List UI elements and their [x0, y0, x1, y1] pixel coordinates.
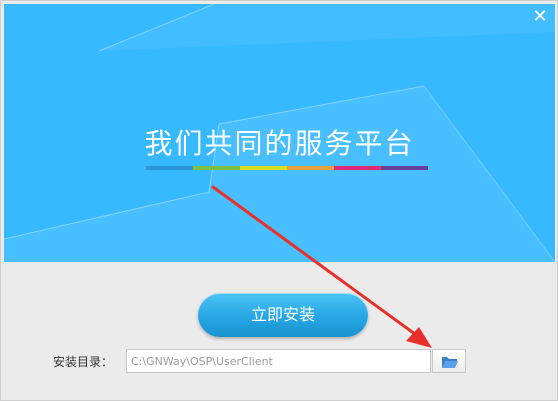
folder-open-icon	[442, 357, 458, 368]
install-directory-label: 安装目录：	[53, 355, 114, 369]
installer-window: ✕ 我们共同的服务平台 立即安装 安装目录：	[0, 0, 558, 401]
install-directory-input[interactable]	[126, 349, 431, 373]
banner: ✕ 我们共同的服务平台	[4, 4, 555, 262]
color-stripe-segment	[334, 166, 381, 170]
color-stripe-segment	[193, 166, 240, 170]
color-stripe	[146, 166, 428, 170]
color-stripe-segment	[381, 166, 428, 170]
color-stripe-segment	[146, 166, 193, 170]
color-stripe-segment	[240, 166, 287, 170]
color-stripe-segment	[287, 166, 334, 170]
install-now-button[interactable]: 立即安装	[198, 293, 368, 337]
banner-title: 我们共同的服务平台	[144, 127, 415, 160]
close-button[interactable]: ✕	[531, 8, 549, 26]
close-icon: ✕	[532, 6, 548, 27]
browse-folder-button[interactable]	[432, 349, 466, 373]
